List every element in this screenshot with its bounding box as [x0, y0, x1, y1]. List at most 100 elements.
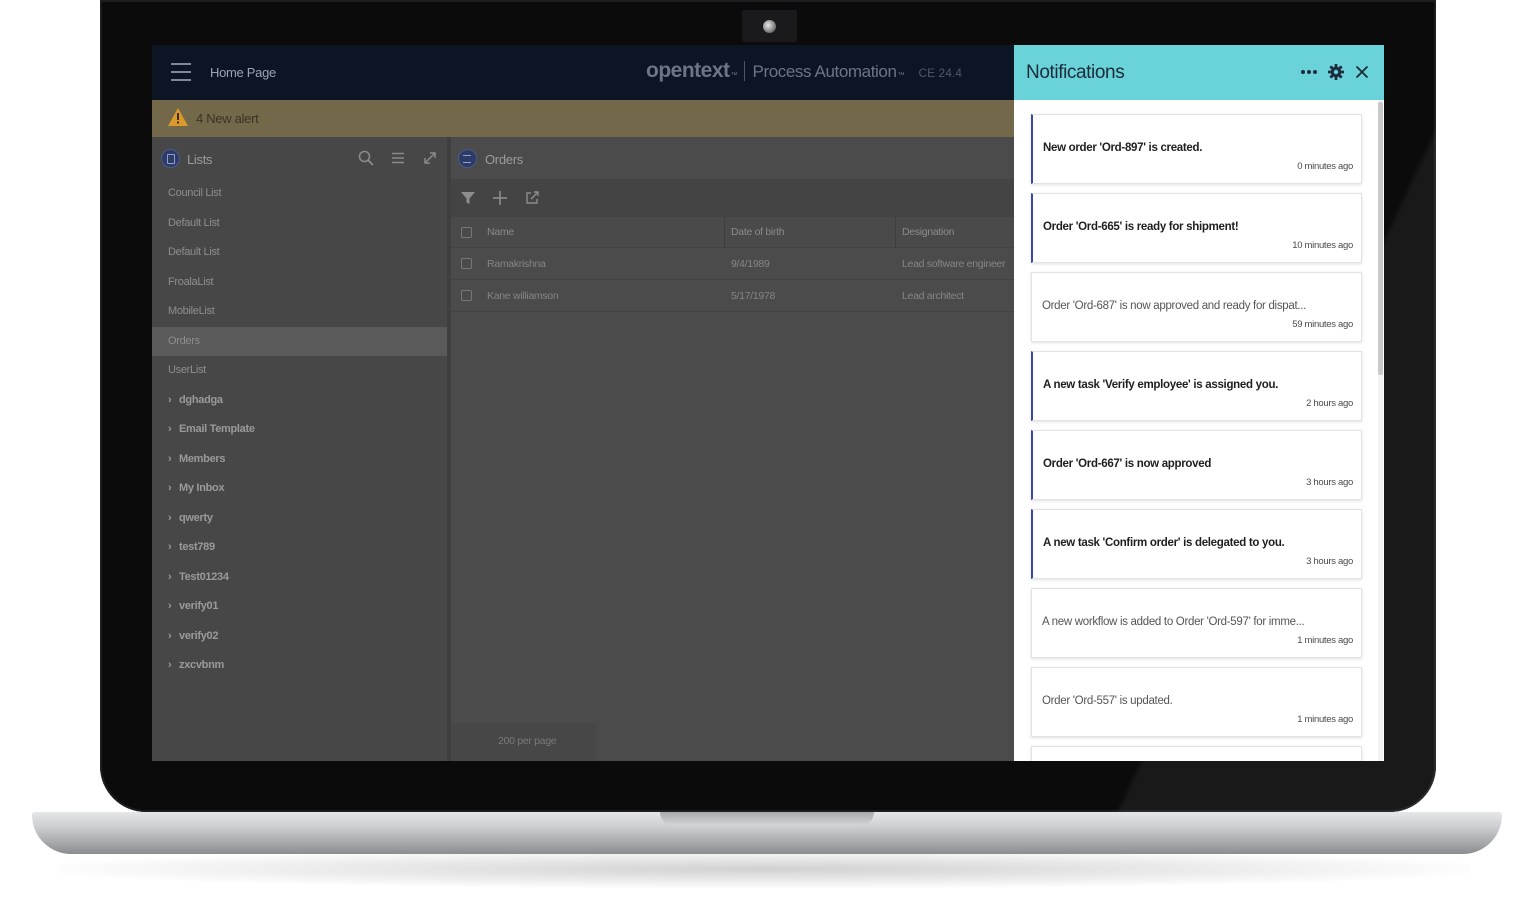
brand-logo: opentext	[646, 59, 730, 82]
notifications-scrollbar-thumb[interactable]	[1378, 102, 1383, 375]
column-header-designation[interactable]: Designation	[902, 217, 1014, 249]
notification-card[interactable]	[1031, 746, 1362, 761]
list-item-label: FroalaList	[168, 275, 214, 288]
list-group-item[interactable]: › Members	[152, 445, 447, 475]
list-item-label: verify01	[179, 600, 219, 612]
notification-card[interactable]: A new task 'Confirm order' is delegated …	[1031, 509, 1362, 579]
column-divider[interactable]	[724, 217, 725, 248]
chevron-right-icon: ›	[168, 511, 172, 524]
chevron-right-icon: ›	[168, 541, 172, 553]
page-size-label: 200 per page	[498, 735, 557, 747]
list-group-item[interactable]: › zxcvbnm	[152, 651, 447, 681]
list-item-label: Email Template	[179, 423, 255, 435]
notification-card[interactable]: Order 'Ord-667' is now approved 3 hours a…	[1031, 430, 1362, 500]
cell-designation: Lead software engineer	[902, 258, 1006, 270]
chevron-right-icon: ›	[168, 570, 172, 583]
lists-header: Lists	[152, 137, 447, 179]
row-checkbox[interactable]	[461, 290, 472, 301]
list-item[interactable]: UserList	[152, 356, 447, 386]
warning-icon	[168, 108, 188, 126]
camera-icon	[763, 20, 776, 33]
lists-panel: Lists Council List Default List Default Li…	[152, 137, 447, 761]
alert-bar[interactable]: 4 New alert	[152, 100, 1014, 137]
notification-message: Order 'Ord-687' is now approved and read…	[1042, 300, 1307, 312]
notification-timestamp: 3 hours ago	[1306, 556, 1353, 567]
list-item[interactable]: Council List	[152, 179, 447, 209]
list-item[interactable]: Default List	[152, 238, 447, 268]
cell-date-of-birth: 5/17/1978	[731, 290, 776, 302]
notification-message: Order 'Ord-667' is now approved	[1043, 458, 1212, 470]
laptop-shadow	[60, 850, 1470, 888]
page-size-selector[interactable]: 200 per page	[451, 723, 596, 761]
notification-card[interactable]: A new workflow is added to Order 'Ord-59…	[1031, 588, 1362, 658]
gear-icon[interactable]	[1326, 62, 1346, 82]
chevron-right-icon: ›	[168, 600, 172, 612]
notification-card[interactable]: Order 'Ord-665' is ready for shipment! 10…	[1031, 193, 1362, 263]
chevron-right-icon: ›	[168, 393, 172, 406]
chevron-right-icon: ›	[168, 423, 172, 435]
list-group-item[interactable]: › verify02	[152, 622, 447, 652]
list-item-label: MobileList	[168, 305, 215, 317]
table-row[interactable]: Kane williamson 5/17/1978 Lead architect	[451, 280, 1014, 312]
list-item-label: dghadga	[179, 393, 223, 406]
notifications-panel: Notifications New order 'Ord-897' is cre	[1014, 45, 1384, 761]
list-group-item[interactable]: › test789	[152, 533, 447, 563]
hamburger-menu-icon[interactable]	[171, 63, 191, 81]
cell-date-of-birth: 9/4/1989	[731, 258, 770, 270]
lists-nav: Council List Default List Default List Froa…	[152, 179, 447, 681]
lists-title: Lists	[187, 152, 213, 167]
column-header-name[interactable]: Name	[487, 217, 717, 249]
notification-card[interactable]: Order 'Ord-557' is updated. 1 minutes ago	[1031, 667, 1362, 737]
select-all-checkbox[interactable]	[461, 227, 472, 238]
notification-message: A new task 'Confirm order' is delegated …	[1043, 537, 1285, 549]
list-group-item[interactable]: › Test01234	[152, 563, 447, 593]
list-group-item[interactable]: › qwerty	[152, 504, 447, 534]
notification-message: Order 'Ord-557' is updated.	[1042, 695, 1173, 707]
list-item-label: qwerty	[179, 511, 213, 524]
list-group-item[interactable]: › dghadga	[152, 386, 447, 416]
list-group-item[interactable]: › Email Template	[152, 415, 447, 445]
chevron-right-icon: ›	[168, 629, 172, 642]
chevron-right-icon: ›	[168, 659, 172, 671]
notification-timestamp: 1 minutes ago	[1297, 635, 1353, 646]
filter-icon[interactable]	[460, 190, 476, 206]
brand-version: CE 24.4	[918, 66, 962, 80]
list-item-label: Default List	[168, 216, 220, 229]
chevron-right-icon: ›	[168, 482, 172, 494]
table-header-row: Name Date of birth Designation	[451, 217, 1014, 248]
home-page-title[interactable]: Home Page	[210, 65, 276, 80]
expand-icon[interactable]	[422, 150, 438, 166]
list-item[interactable]: Default List	[152, 209, 447, 239]
notification-timestamp: 59 minutes ago	[1292, 319, 1353, 330]
brand-product: Process Automation	[752, 62, 897, 81]
search-icon[interactable]	[358, 150, 374, 166]
column-header-date-of-birth[interactable]: Date of birth	[731, 217, 891, 249]
notification-card[interactable]: Order 'Ord-687' is now approved and read…	[1031, 272, 1362, 342]
column-divider[interactable]	[895, 217, 896, 248]
list-item-label: zxcvbnm	[179, 659, 224, 671]
close-icon[interactable]	[1352, 62, 1372, 82]
table-row[interactable]: Ramakrishna 9/4/1989 Lead software engin…	[451, 248, 1014, 280]
notification-card[interactable]: New order 'Ord-897' is created. 0 minutes…	[1031, 114, 1362, 184]
list-item[interactable]: Orders	[152, 326, 447, 356]
list-view-icon[interactable]	[390, 150, 406, 166]
notification-card[interactable]: A new task 'Verify employee' is assigned…	[1031, 351, 1362, 421]
open-external-icon[interactable]	[524, 190, 540, 206]
list-item[interactable]: MobileList	[152, 297, 447, 327]
cell-name: Kane williamson	[487, 290, 559, 302]
list-item-label: Default List	[168, 246, 220, 258]
app-window: Home Page opentext ™ Process Automation …	[152, 45, 1014, 761]
list-group-item[interactable]: › My Inbox	[152, 474, 447, 504]
add-icon[interactable]	[492, 190, 508, 206]
orders-table: Name Date of birth Designation Ramakrish…	[451, 217, 1014, 312]
row-checkbox[interactable]	[461, 258, 472, 269]
list-group-item[interactable]: › verify01	[152, 592, 447, 622]
cell-designation: Lead architect	[902, 290, 964, 302]
brand-divider	[743, 61, 745, 81]
list-item[interactable]: FroalaList	[152, 268, 447, 298]
more-options-icon[interactable]	[1299, 62, 1319, 82]
notification-timestamp: 10 minutes ago	[1292, 240, 1353, 251]
orders-title: Orders	[485, 152, 523, 167]
notifications-title: Notifications	[1026, 62, 1125, 83]
notifications-list[interactable]: New order 'Ord-897' is created. 0 minutes…	[1014, 100, 1384, 761]
